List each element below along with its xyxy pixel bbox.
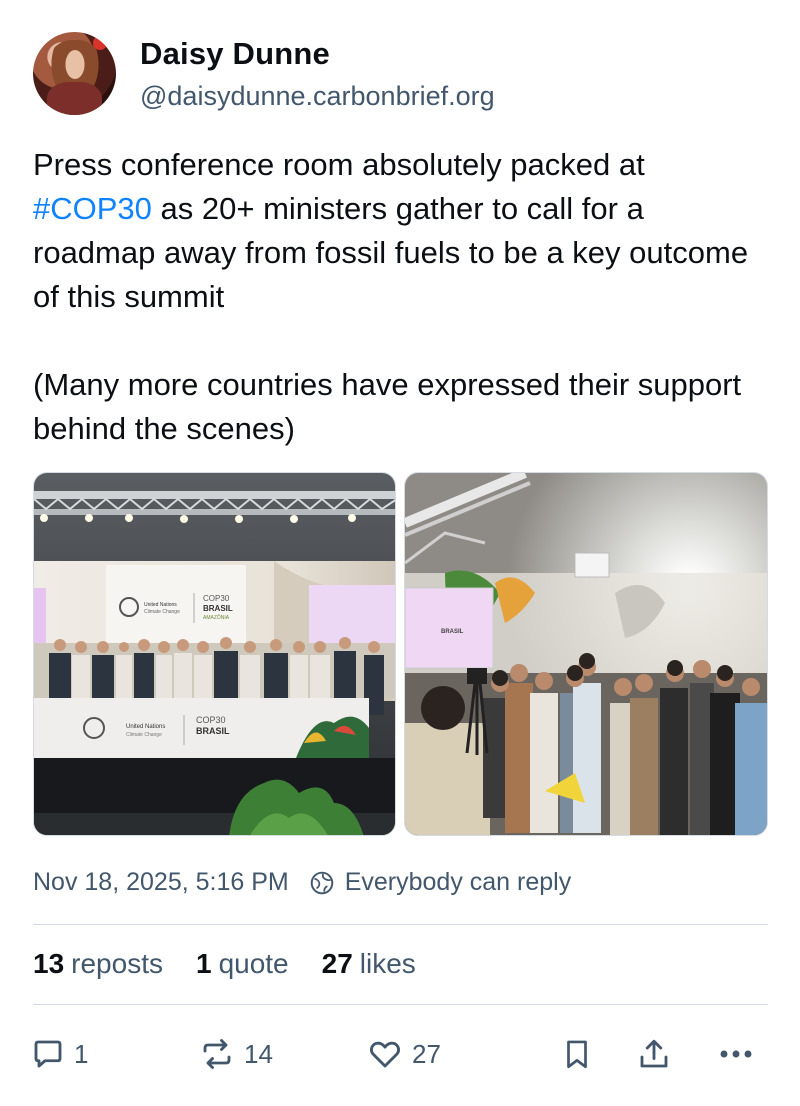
divider: [33, 924, 768, 925]
divider: [33, 1004, 768, 1005]
post-timestamp[interactable]: Nov 18, 2025, 5:16 PM: [33, 868, 289, 897]
more-dots-icon: [720, 1050, 752, 1058]
desk-brasil-text: BRASIL: [196, 726, 230, 736]
hashtag-link[interactable]: #COP30: [33, 191, 152, 226]
action-bar: 1 14 27: [30, 1034, 770, 1074]
banner-un-sub-text: Climate Change: [144, 609, 180, 615]
repost-count: 14: [244, 1038, 273, 1069]
quotes-stat[interactable]: 1 quote: [196, 948, 289, 980]
post-text-part: as 20+ ministers gather to call for a ro…: [33, 191, 749, 446]
banner-un-text: United Nations: [144, 602, 177, 608]
banner-brasil-text: BRASIL: [203, 604, 233, 613]
post-thread-view: Daisy Dunne @daisydunne.carbonbrief.org …: [0, 0, 800, 1106]
desk-un-sub-text: Climate Change: [126, 732, 162, 738]
like-button[interactable]: 27: [366, 1034, 441, 1074]
engagement-stats: 13 reposts 1 quote 27 likes: [33, 948, 449, 980]
bookmark-icon: [567, 1040, 587, 1069]
reply-button[interactable]: 1: [30, 1034, 88, 1074]
desk-cop-text: COP30: [196, 715, 226, 725]
post-meta: Nov 18, 2025, 5:16 PM Everybody can repl…: [33, 868, 571, 897]
like-count: 27: [412, 1038, 441, 1069]
heart-icon: [369, 1041, 401, 1068]
post-image-1[interactable]: United Nations Climate Change COP30 BRAS…: [33, 472, 396, 836]
author-handle[interactable]: @daisydunne.carbonbrief.org: [140, 81, 495, 112]
more-options-button[interactable]: [716, 1034, 756, 1074]
repost-icon: [203, 1039, 231, 1069]
reply-setting-label[interactable]: Everybody can reply: [345, 868, 572, 897]
avatar[interactable]: [33, 32, 116, 115]
bookmark-button[interactable]: [560, 1034, 594, 1074]
author-display-name[interactable]: Daisy Dunne: [140, 36, 330, 72]
banner-amazonia-text: AMAZÔNIA: [203, 614, 230, 621]
share-button[interactable]: [636, 1034, 672, 1074]
globe-icon: [310, 871, 333, 894]
banner-cop-text: COP30: [203, 594, 230, 603]
reposts-stat[interactable]: 13 reposts: [33, 948, 163, 980]
reply-icon: [34, 1040, 62, 1068]
post-image-2[interactable]: BRASIL: [404, 472, 768, 836]
repost-button[interactable]: 14: [198, 1034, 273, 1074]
post-text: Press conference room absolutely packed …: [33, 143, 773, 451]
share-icon: [640, 1039, 668, 1068]
likes-stat[interactable]: 27 likes: [322, 948, 416, 980]
screen-brand-text: BRASIL: [441, 629, 464, 635]
post-text-part: Press conference room absolutely packed …: [33, 147, 645, 182]
desk-un-text: United Nations: [126, 724, 165, 730]
reply-count: 1: [74, 1038, 89, 1069]
